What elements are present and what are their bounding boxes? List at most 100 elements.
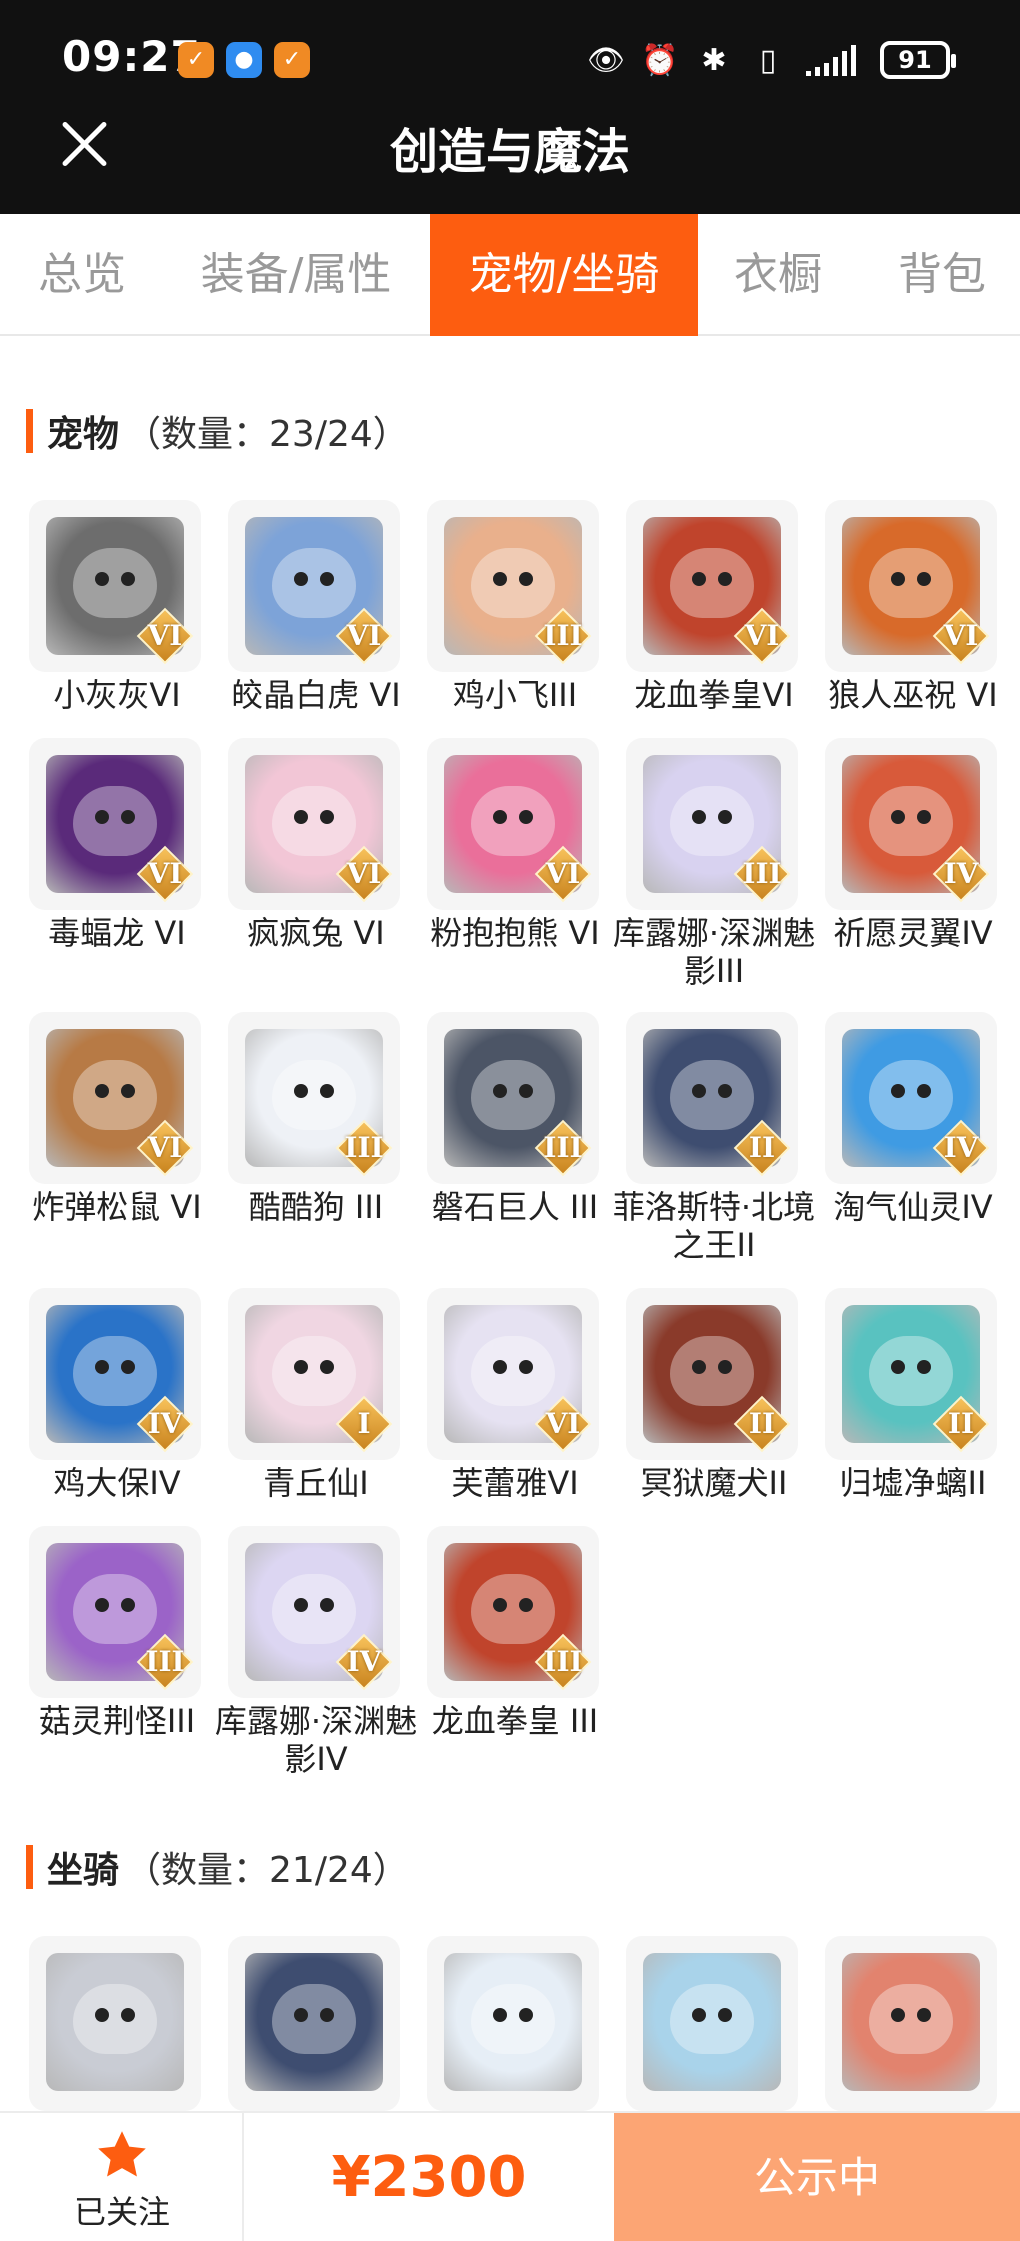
character-eye bbox=[917, 572, 931, 586]
rank-badge: III bbox=[335, 1119, 393, 1177]
pet-name: 鸡小飞III bbox=[452, 676, 578, 714]
character-eye bbox=[121, 2008, 135, 2022]
vibrate-icon: ▯ bbox=[759, 42, 777, 78]
character-eye bbox=[519, 2008, 533, 2022]
status-icons: 👁 ⏰ ✱ ▯ 91 bbox=[586, 38, 956, 82]
rank-badge: VI bbox=[733, 607, 791, 665]
rank-badge: III bbox=[136, 1633, 194, 1691]
price: ¥2300 bbox=[331, 2145, 527, 2210]
character-eye bbox=[891, 2008, 905, 2022]
publicity-status-button[interactable]: 公示中 bbox=[614, 2113, 1020, 2241]
character-eye bbox=[692, 2008, 706, 2022]
character-eye bbox=[121, 1084, 135, 1098]
character-eye bbox=[320, 1598, 334, 1612]
character-eye bbox=[493, 1084, 507, 1098]
pet-thumbnail: VI bbox=[626, 500, 798, 672]
character-eye bbox=[493, 1598, 507, 1612]
character-eye bbox=[891, 1084, 905, 1098]
tab-pets-mounts[interactable]: 宠物/坐骑 bbox=[430, 214, 698, 336]
rank-badge: IV bbox=[932, 1119, 990, 1177]
rank-badge: VI bbox=[534, 1395, 592, 1453]
character-eye bbox=[320, 1360, 334, 1374]
character-face bbox=[471, 1984, 555, 2054]
tab-overview[interactable]: 总览 bbox=[0, 214, 164, 336]
rank-numeral: IV bbox=[147, 1407, 183, 1440]
rank-badge: IV bbox=[932, 845, 990, 903]
character-face bbox=[272, 1984, 356, 2054]
tab-backpack[interactable]: 背包 bbox=[880, 214, 1004, 336]
pet-thumbnail: IV bbox=[228, 1526, 400, 1698]
pet-thumbnail: VI bbox=[29, 1012, 201, 1184]
pet-thumbnail: IV bbox=[825, 738, 997, 910]
pet-thumbnail: VI bbox=[825, 500, 997, 672]
pet-thumbnail: VI bbox=[228, 500, 400, 672]
tab-equipment[interactable]: 装备/属性 bbox=[186, 214, 406, 336]
pet-name: 归墟净螭II bbox=[839, 1464, 987, 1502]
character-eye bbox=[320, 1084, 334, 1098]
character-eye bbox=[519, 572, 533, 586]
character-eye bbox=[718, 1360, 732, 1374]
pet-thumbnail: III bbox=[228, 1012, 400, 1184]
pet-thumbnail: VI bbox=[427, 1288, 599, 1460]
pet-name: 祈愿灵翼IV bbox=[833, 914, 993, 952]
mount-thumbnail bbox=[228, 1936, 400, 2111]
pet-thumbnail: II bbox=[626, 1012, 798, 1184]
app-notification-icon: ✓ bbox=[274, 42, 310, 78]
pet-name: 菇灵荆怪III bbox=[38, 1702, 196, 1740]
rank-numeral: VI bbox=[147, 1131, 183, 1164]
character-eye bbox=[294, 2008, 308, 2022]
rank-numeral: III bbox=[543, 619, 583, 652]
rank-badge: III bbox=[534, 1633, 592, 1691]
follow-button[interactable]: 已关注 bbox=[0, 2113, 244, 2241]
rank-numeral: III bbox=[344, 1131, 384, 1164]
rank-badge: IV bbox=[335, 1633, 393, 1691]
pet-name: 皎晶白虎 VI bbox=[231, 676, 401, 714]
pet-name: 磐石巨人 III bbox=[431, 1188, 599, 1226]
character-eye bbox=[718, 1084, 732, 1098]
pets-section-header: 宠物 （数量：23/24） bbox=[26, 406, 409, 456]
rank-numeral: II bbox=[947, 1407, 975, 1440]
rank-numeral: II bbox=[748, 1407, 776, 1440]
rank-badge: II bbox=[932, 1395, 990, 1453]
bluetooth-icon: ✱ bbox=[701, 42, 727, 78]
section-title: 宠物 bbox=[47, 414, 120, 455]
rank-numeral: VI bbox=[147, 619, 183, 652]
character-eye bbox=[917, 810, 931, 824]
character-eye bbox=[121, 572, 135, 586]
status-bar: 09:27 ✓ ● ✓ 👁 ⏰ ✱ ▯ 91 bbox=[0, 0, 1020, 118]
character-face bbox=[869, 1984, 953, 2054]
character-eye bbox=[891, 1360, 905, 1374]
battery-indicator: 91 bbox=[880, 41, 956, 79]
rank-badge: VI bbox=[335, 845, 393, 903]
character-eye bbox=[95, 1598, 109, 1612]
character-eye bbox=[718, 810, 732, 824]
section-title: 坐骑 bbox=[47, 1850, 120, 1891]
pet-name: 粉抱抱熊 VI bbox=[430, 914, 600, 952]
character-eye bbox=[294, 1598, 308, 1612]
pet-name: 菲洛斯特·北境之王II bbox=[612, 1188, 816, 1264]
character-eye bbox=[692, 1084, 706, 1098]
character-eye bbox=[121, 810, 135, 824]
pet-name: 龙血拳皇 III bbox=[431, 1702, 599, 1740]
character-eye bbox=[95, 572, 109, 586]
rank-badge: III bbox=[733, 845, 791, 903]
character-face bbox=[73, 1984, 157, 2054]
rank-badge: III bbox=[534, 607, 592, 665]
section-accent-bar bbox=[26, 409, 33, 453]
rank-numeral: III bbox=[145, 1645, 185, 1678]
pet-name: 鸡大保IV bbox=[53, 1464, 181, 1502]
rank-numeral: VI bbox=[147, 857, 183, 890]
character-eye bbox=[692, 572, 706, 586]
character-eye bbox=[718, 2008, 732, 2022]
rank-badge: VI bbox=[534, 845, 592, 903]
tab-wardrobe[interactable]: 衣橱 bbox=[718, 214, 838, 336]
character-face bbox=[670, 1984, 754, 2054]
rank-badge: II bbox=[733, 1119, 791, 1177]
character-eye bbox=[917, 1360, 931, 1374]
pet-thumbnail: I bbox=[228, 1288, 400, 1460]
rank-badge: VI bbox=[136, 845, 194, 903]
character-eye bbox=[519, 1360, 533, 1374]
rank-numeral: II bbox=[748, 1131, 776, 1164]
pet-thumbnail: VI bbox=[228, 738, 400, 910]
character-eye bbox=[917, 2008, 931, 2022]
